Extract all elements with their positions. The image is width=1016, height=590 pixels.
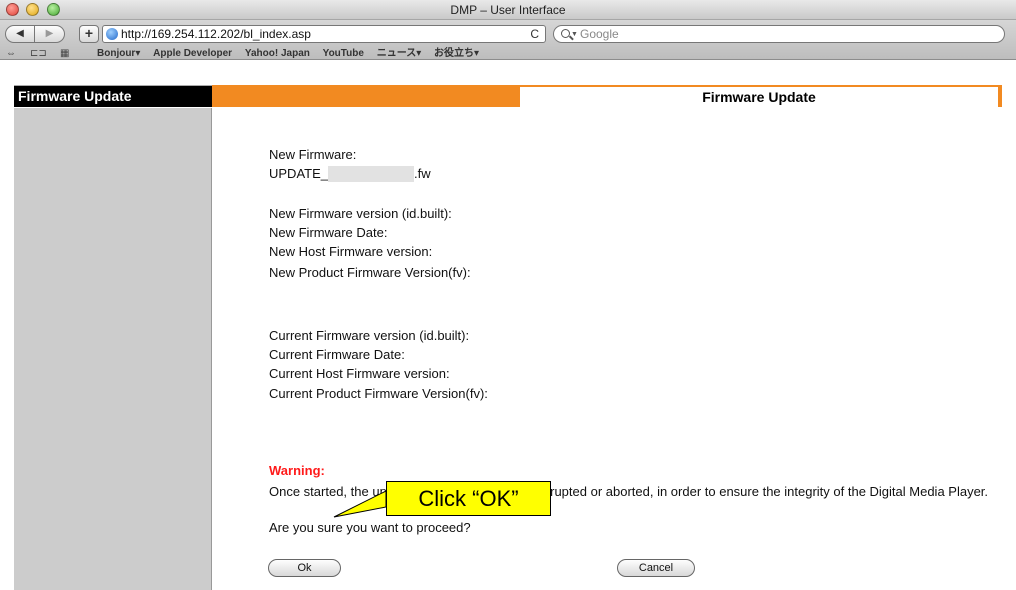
window-title: DMP – User Interface (450, 3, 566, 17)
nav-buttons: ◀ ▶ (5, 25, 65, 43)
close-window-button[interactable] (6, 3, 19, 16)
redacted-block (328, 166, 414, 182)
back-button[interactable]: ◀ (5, 25, 35, 43)
zoom-window-button[interactable] (46, 3, 60, 16)
minimize-window-button[interactable] (26, 3, 40, 16)
callout-pointer (333, 490, 387, 518)
new-product-label: New Product Firmware Version(fv): (269, 265, 471, 280)
file-suffix: .fw (414, 166, 431, 181)
browser-toolbar: ◀ ▶ + http://169.254.112.202/bl_index.as… (0, 20, 1016, 60)
bookmark-item[interactable]: Bonjour▾ (97, 48, 140, 60)
cancel-button[interactable]: Cancel (617, 559, 695, 577)
forward-button[interactable]: ▶ (35, 25, 65, 43)
current-date-label: Current Firmware Date: (269, 347, 405, 362)
callout-label: Click “OK” (386, 481, 551, 516)
page-title: Firmware Update (520, 87, 998, 107)
bookmark-item[interactable]: Yahoo! Japan (245, 48, 310, 60)
current-version-label: Current Firmware version (id.built): (269, 328, 470, 343)
add-bookmark-button[interactable]: + (79, 25, 99, 43)
bookmark-item[interactable]: YouTube (323, 48, 364, 60)
reading-glasses-icon[interactable]: ⇔ (6, 48, 16, 60)
current-host-label: Current Host Firmware version: (269, 366, 450, 381)
new-date-label: New Firmware Date: (269, 225, 388, 240)
new-host-label: New Host Firmware version: (269, 244, 433, 259)
warning-title: Warning: (269, 463, 325, 478)
globe-icon (106, 28, 118, 40)
url-text: http://169.254.112.202/bl_index.asp (121, 27, 311, 41)
firmware-filename: UPDATE_ .fw (269, 166, 431, 182)
chevron-down-icon: ▼ (571, 31, 578, 38)
book-icon[interactable]: ⊏⊐ (30, 48, 47, 60)
bookmark-items: Bonjour▾ Apple Developer Yahoo! Japan Yo… (97, 48, 489, 60)
current-product-label: Current Product Firmware Version(fv): (269, 386, 488, 401)
grid-icon[interactable]: ▦ (60, 48, 69, 60)
bookmarks-bar: ⇔ ⊏⊐ ▦ Bonjour▾ Apple Developer Yahoo! J… (0, 48, 1016, 60)
search-input[interactable]: ▼ Google (553, 25, 1005, 43)
address-bar[interactable]: http://169.254.112.202/bl_index.asp C (102, 25, 546, 43)
bookmark-item[interactable]: ニュース▾ (377, 48, 422, 60)
file-prefix: UPDATE_ (269, 166, 328, 181)
window-titlebar: DMP – User Interface (0, 0, 1016, 20)
ok-button[interactable]: Ok (268, 559, 341, 577)
reload-icon[interactable]: C (530, 26, 539, 42)
bookmark-item[interactable]: お役立ち▾ (434, 48, 479, 60)
new-version-label: New Firmware version (id.built): (269, 206, 452, 221)
new-firmware-label: New Firmware: (269, 147, 357, 162)
search-placeholder: Google (580, 27, 619, 41)
search-icon (561, 29, 570, 38)
sidebar (14, 108, 212, 590)
bookmark-item[interactable]: Apple Developer (153, 48, 232, 60)
sidebar-header: Firmware Update (14, 85, 212, 107)
